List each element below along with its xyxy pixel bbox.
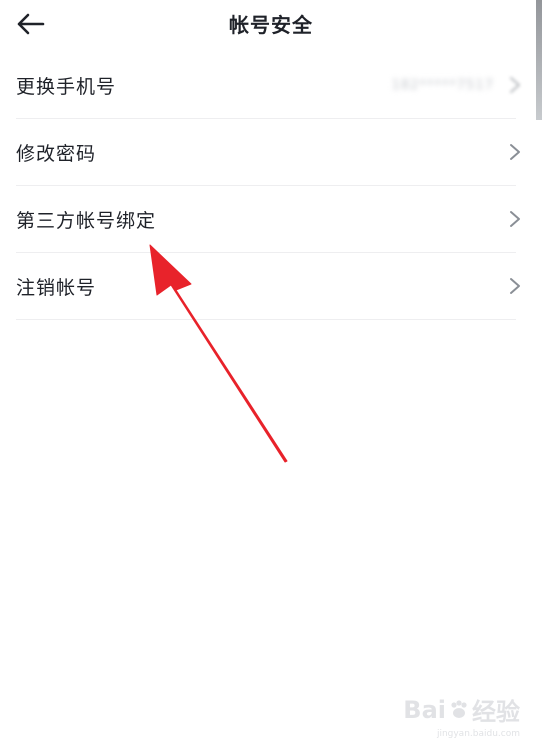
red-arrow-annotation	[149, 244, 288, 463]
watermark-logo: Bai 经验	[403, 692, 520, 727]
watermark-url: jingyan.baidu.com	[436, 729, 520, 739]
paw-icon	[451, 699, 467, 718]
watermark-brand-b: 经验	[472, 698, 520, 726]
baidu-jingyan-watermark: Bai 经验 jingyan.baidu.com	[403, 692, 520, 740]
watermark-brand-a: Bai	[403, 695, 446, 724]
